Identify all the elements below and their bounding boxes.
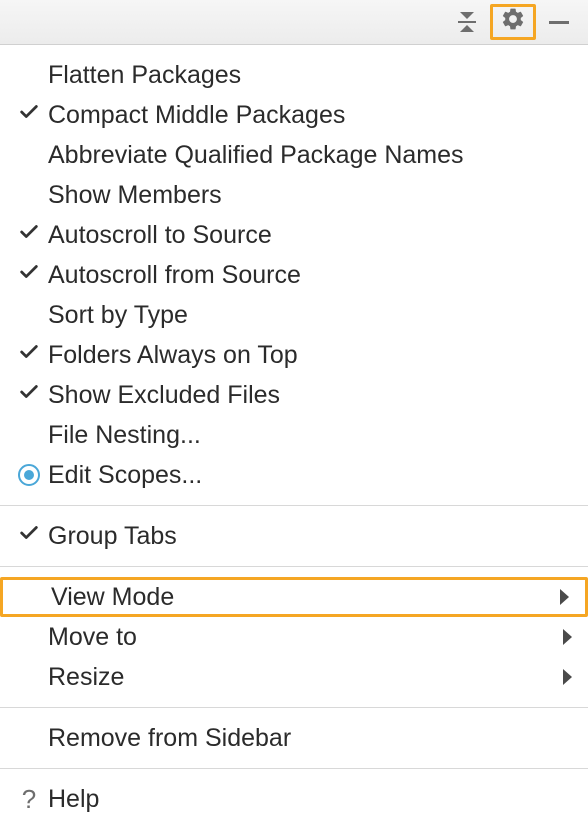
check-slot — [10, 381, 48, 410]
collapse-icon — [458, 12, 476, 32]
menu-label: Flatten Packages — [48, 61, 572, 90]
menu-label: Resize — [48, 663, 563, 692]
check-slot — [10, 221, 48, 250]
menu-separator — [0, 707, 588, 708]
menu-label: View Mode — [51, 583, 560, 612]
menu-item-resize[interactable]: Resize — [0, 657, 588, 697]
menu-item-folders-always-on-top[interactable]: Folders Always on Top — [0, 335, 588, 375]
menu-separator — [0, 566, 588, 567]
menu-item-show-excluded-files[interactable]: Show Excluded Files — [0, 375, 588, 415]
menu-separator — [0, 768, 588, 769]
menu-item-help[interactable]: ? Help — [0, 779, 588, 819]
menu-item-edit-scopes[interactable]: Edit Scopes... — [0, 455, 588, 495]
check-icon — [18, 221, 40, 250]
check-slot — [10, 261, 48, 290]
help-slot: ? — [10, 784, 48, 815]
menu-item-view-mode[interactable]: View Mode — [0, 577, 588, 617]
menu-label: Compact Middle Packages — [48, 101, 572, 130]
settings-button[interactable] — [490, 4, 536, 40]
menu-item-abbreviate-qualified-package-names[interactable]: Abbreviate Qualified Package Names — [0, 135, 588, 175]
menu-label: Sort by Type — [48, 301, 572, 330]
menu-item-compact-middle-packages[interactable]: Compact Middle Packages — [0, 95, 588, 135]
menu-label: Edit Scopes... — [48, 461, 572, 490]
check-icon — [18, 381, 40, 410]
menu-label: Show Excluded Files — [48, 381, 572, 410]
menu-item-file-nesting[interactable]: File Nesting... — [0, 415, 588, 455]
menu-label: Autoscroll to Source — [48, 221, 572, 250]
menu-item-autoscroll-from-source[interactable]: Autoscroll from Source — [0, 255, 588, 295]
submenu-arrow-icon — [563, 669, 572, 685]
check-slot — [10, 101, 48, 130]
check-icon — [18, 341, 40, 370]
menu-item-show-members[interactable]: Show Members — [0, 175, 588, 215]
menu-label: Folders Always on Top — [48, 341, 572, 370]
check-icon — [18, 522, 40, 551]
menu-label: Move to — [48, 623, 563, 652]
minimize-icon — [549, 21, 569, 24]
minimize-button[interactable] — [536, 4, 582, 40]
toolbar — [0, 0, 588, 45]
gear-icon — [500, 6, 526, 39]
check-icon — [18, 101, 40, 130]
menu-label: Autoscroll from Source — [48, 261, 572, 290]
menu-item-group-tabs[interactable]: Group Tabs — [0, 516, 588, 556]
menu-separator — [0, 505, 588, 506]
check-slot — [10, 341, 48, 370]
radio-slot — [10, 464, 48, 486]
menu-label: Abbreviate Qualified Package Names — [48, 141, 572, 170]
check-icon — [18, 261, 40, 290]
menu-item-autoscroll-to-source[interactable]: Autoscroll to Source — [0, 215, 588, 255]
menu-item-remove-from-sidebar[interactable]: Remove from Sidebar — [0, 718, 588, 758]
menu-label: Help — [48, 785, 572, 814]
radio-icon — [18, 464, 40, 486]
submenu-arrow-icon — [560, 589, 569, 605]
menu-item-move-to[interactable]: Move to — [0, 617, 588, 657]
menu-item-sort-by-type[interactable]: Sort by Type — [0, 295, 588, 335]
submenu-arrow-icon — [563, 629, 572, 645]
collapse-expand-button[interactable] — [444, 4, 490, 40]
menu-label: Remove from Sidebar — [48, 724, 572, 753]
menu-item-flatten-packages[interactable]: Flatten Packages — [0, 55, 588, 95]
menu-label: Show Members — [48, 181, 572, 210]
settings-menu: Flatten Packages Compact Middle Packages… — [0, 45, 588, 819]
help-icon: ? — [22, 784, 36, 815]
menu-label: Group Tabs — [48, 522, 572, 551]
check-slot — [10, 522, 48, 551]
menu-label: File Nesting... — [48, 421, 572, 450]
